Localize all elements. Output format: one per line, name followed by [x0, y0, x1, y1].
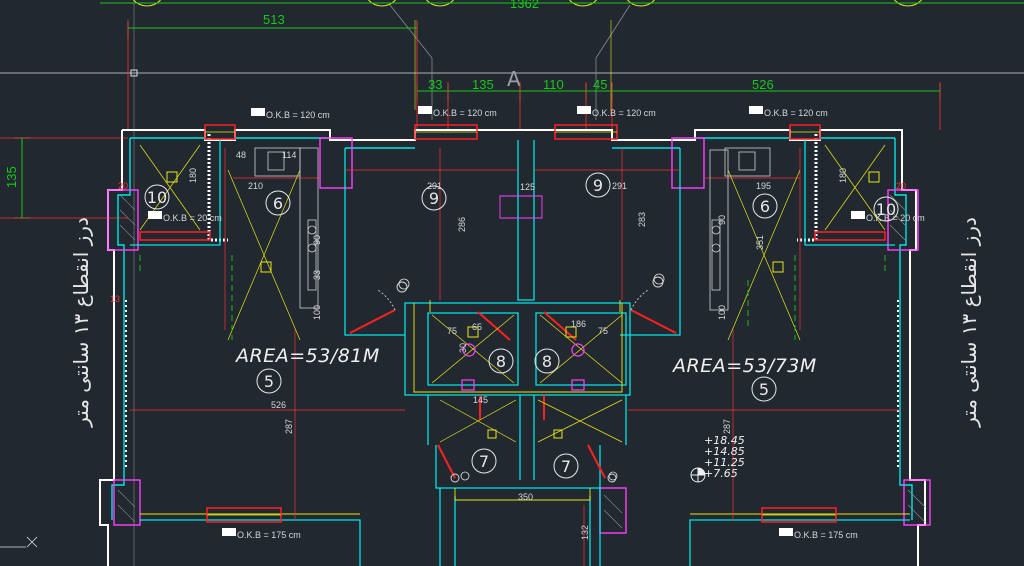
dim-20-left: 20 — [118, 181, 128, 191]
room-number-8-left: 8 — [496, 352, 506, 371]
room-number-7-right: 7 — [561, 457, 571, 476]
dim-180-right: 180 — [838, 168, 848, 183]
room-number-5-right: 5 — [759, 380, 769, 399]
area-label-right: AREA=53/73M — [671, 355, 817, 377]
dim-145: 145 — [473, 395, 488, 405]
dim-75-right: 75 — [598, 326, 608, 336]
dim-286: 286 — [457, 217, 467, 232]
dim-seg-2: 135 — [472, 77, 494, 92]
room-number-8-right: 8 — [542, 352, 552, 371]
dim-13: 13 — [110, 294, 120, 304]
room-number-6-right: 6 — [760, 197, 770, 216]
window-tag-1: O.K.B = 120 cm — [266, 110, 330, 120]
dim-132: 132 — [580, 525, 590, 540]
dim-291-right: 291 — [612, 181, 627, 191]
dim-287-right: 287 — [722, 419, 732, 434]
window-tag-4: O.K.B = 120 cm — [764, 108, 828, 118]
window-tag-5: O.K.B = 20 cm — [163, 213, 222, 223]
dim-seg-1: 33 — [428, 77, 442, 92]
dim-65: 65 — [472, 322, 482, 332]
window-tag-3: O.K.B = 120 cm — [592, 108, 656, 118]
dim-48: 48 — [236, 150, 246, 160]
dim-30: 30 — [458, 343, 468, 353]
dim-seg-4: 45 — [593, 77, 607, 92]
dim-75-left: 75 — [447, 326, 457, 336]
grid-axis-label: A — [507, 67, 521, 91]
dim-526: 526 — [271, 400, 286, 410]
dim-180-left: 180 — [188, 168, 198, 183]
dim-20-right: 20 — [896, 181, 906, 191]
room-number-9-left: 9 — [429, 189, 439, 208]
dim-100-left: 100 — [312, 305, 322, 320]
room-number-7-left: 7 — [479, 452, 489, 471]
room-number-5-left: 5 — [264, 372, 274, 391]
dim-186: 186 — [571, 319, 586, 329]
room-number-6-left: 6 — [273, 194, 283, 213]
dim-90-right: 90 — [717, 215, 727, 225]
dim-195: 195 — [756, 181, 771, 191]
room-number-9-right: 9 — [593, 176, 603, 195]
dim-287-left: 287 — [284, 419, 294, 434]
dim-left-vertical: 135 — [4, 166, 19, 188]
level-marker — [690, 467, 706, 483]
dim-90-left: 90 — [312, 235, 322, 245]
dim-overall: 1362 — [510, 0, 539, 11]
window-tag-7: O.K.B = 175 cm — [237, 530, 301, 540]
dim-210: 210 — [248, 181, 263, 191]
window-tag-6: O.K.B = 20 cm — [866, 213, 925, 223]
dim-351: 351 — [755, 235, 765, 250]
dim-114: 114 — [282, 150, 296, 160]
dim-seg-3: 110 — [543, 77, 564, 92]
dim-33-kitchen: 33 — [312, 270, 322, 280]
dim-100-right: 100 — [717, 305, 727, 320]
dim-291-left: 291 — [427, 181, 442, 191]
side-note-left: درز انقطاع ۱۳ سانتی متر — [69, 217, 93, 428]
dim-left-span: 513 — [263, 12, 285, 27]
dim-350: 350 — [518, 492, 533, 502]
dim-283: 283 — [637, 212, 647, 227]
area-label-left: AREA=53/81M — [234, 345, 380, 367]
floor-plan-drawing: A 1362 513 33 135 110 45 526 135 درز انق… — [0, 0, 1024, 566]
dim-seg-5: 526 — [752, 77, 774, 92]
side-note-right: درز انقطاع ۱۳ سانتی متر — [957, 217, 981, 428]
level-4: +7.65 — [704, 467, 738, 480]
window-tag-2: O.K.B = 120 cm — [433, 108, 497, 118]
dim-125: 125 — [520, 182, 535, 192]
window-tag-8: O.K.B = 175 cm — [794, 530, 858, 540]
room-number-10-left: 10 — [147, 188, 167, 207]
